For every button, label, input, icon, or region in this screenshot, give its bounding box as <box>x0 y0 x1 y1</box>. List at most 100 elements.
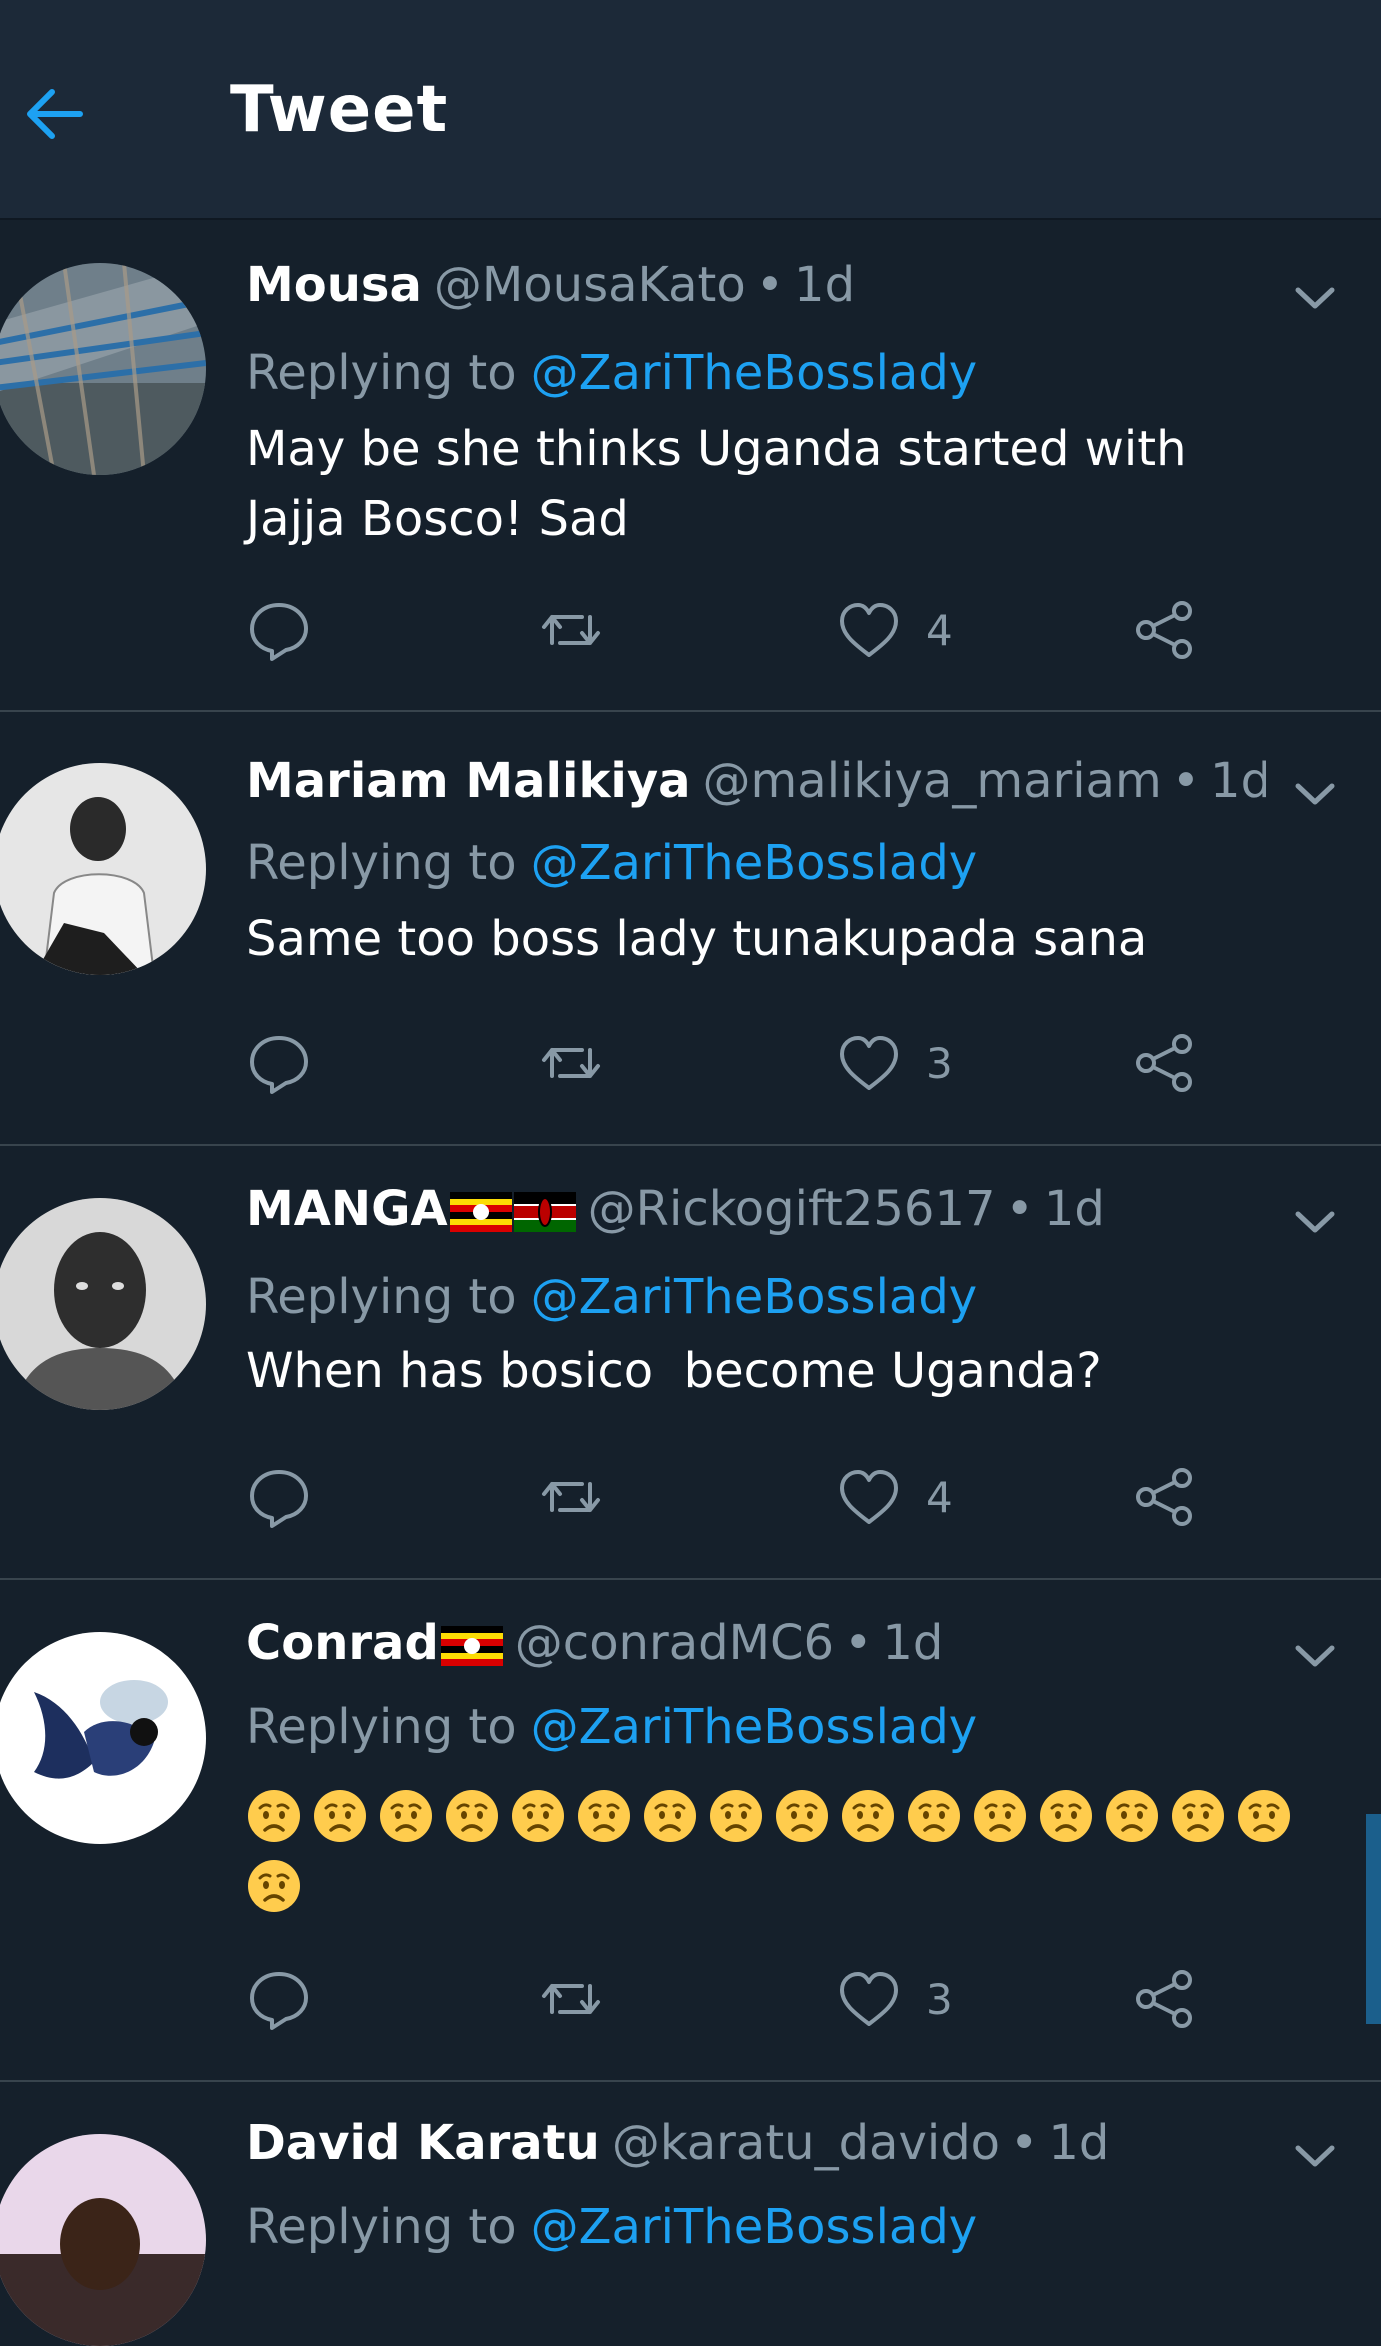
replying-to-label: Replying to <box>246 1699 517 1755</box>
worried-face-icon <box>906 1788 962 1844</box>
share-button[interactable] <box>1132 1964 1198 2034</box>
worried-face-icon <box>774 1788 830 1844</box>
timestamp[interactable]: 1d <box>882 1615 943 1671</box>
arrow-left-icon[interactable] <box>18 78 90 150</box>
like-count: 3 <box>926 1974 953 2024</box>
user-handle[interactable]: @conradMC6 <box>515 1615 834 1671</box>
like-button[interactable]: 3 <box>836 1028 953 1098</box>
mention-link[interactable]: @ZariTheBosslady <box>531 835 978 891</box>
tweet-reply[interactable]: Mousa @MousaKato • 1d Replying to @ZariTheBo… <box>0 220 1381 712</box>
separator-dot: • <box>844 1615 873 1671</box>
display-name[interactable]: David Karatu <box>246 2115 600 2171</box>
user-handle[interactable]: @MousaKato <box>434 257 746 313</box>
retweet-icon <box>538 597 604 663</box>
chevron-down-icon[interactable] <box>1290 2130 1340 2180</box>
retweet-button[interactable] <box>538 1964 604 2034</box>
replying-to: Replying to @ZariTheBosslady <box>246 1264 977 1330</box>
timestamp[interactable]: 1d <box>794 257 855 313</box>
reply-icon <box>246 1966 312 2032</box>
replying-to: Replying to @ZariTheBosslady <box>246 340 977 406</box>
like-button[interactable]: 4 <box>836 1462 953 1532</box>
tweet-text: May be she thinks Uganda started with Ja… <box>246 421 1187 547</box>
share-icon <box>1132 1966 1198 2032</box>
retweet-button[interactable] <box>538 1028 604 1098</box>
tweet-reply[interactable]: MANGA @Rickogift25617 • 1d Replying to @Zari… <box>0 1146 1381 1580</box>
like-count: 4 <box>926 605 953 655</box>
reply-button[interactable] <box>246 1028 312 1098</box>
tweet-text: Same too boss lady tunakupada sana <box>246 911 1148 967</box>
user-handle[interactable]: @malikiya_mariam <box>703 753 1162 809</box>
share-icon <box>1132 597 1198 663</box>
reply-button[interactable] <box>246 595 312 665</box>
share-button[interactable] <box>1132 1462 1198 1532</box>
share-button[interactable] <box>1132 1028 1198 1098</box>
separator-dot: • <box>1010 2115 1039 2171</box>
chevron-down-icon[interactable] <box>1290 1196 1340 1246</box>
tweet-actions: 3 <box>246 1964 1246 2034</box>
share-icon <box>1132 1464 1198 1530</box>
worried-face-icon <box>1170 1788 1226 1844</box>
mention-link[interactable]: @ZariTheBosslady <box>531 1699 978 1755</box>
user-handle[interactable]: @Rickogift25617 <box>588 1181 996 1237</box>
like-count: 3 <box>926 1038 953 1088</box>
retweet-icon <box>538 1030 604 1096</box>
chevron-down-icon[interactable] <box>1290 1630 1340 1680</box>
avatar[interactable] <box>0 763 206 975</box>
replying-to: Replying to @ZariTheBosslady <box>246 1694 977 1760</box>
retweet-button[interactable] <box>538 1462 604 1532</box>
chevron-down-icon[interactable] <box>1290 768 1340 818</box>
tweet-header: Mousa @MousaKato • 1d <box>246 252 1266 318</box>
worried-face-icon <box>840 1788 896 1844</box>
timestamp[interactable]: 1d <box>1044 1181 1105 1237</box>
reply-button[interactable] <box>246 1462 312 1532</box>
avatar[interactable] <box>0 263 206 475</box>
tweet-reply[interactable]: Mariam Malikiya @malikiya_mariam • 1d Reply… <box>0 712 1381 1146</box>
replying-to-label: Replying to <box>246 2199 517 2255</box>
worried-face-icon <box>642 1788 698 1844</box>
replying-to-label: Replying to <box>246 1269 517 1325</box>
reply-button[interactable] <box>246 1964 312 2034</box>
timestamp[interactable]: 1d <box>1210 753 1266 809</box>
tweet-text: When has bosico become Uganda? <box>246 1343 1102 1399</box>
worried-face-icon <box>576 1788 632 1844</box>
like-icon <box>836 1464 902 1530</box>
user-handle[interactable]: @karatu_davido <box>612 2115 1000 2171</box>
display-name[interactable]: Conrad <box>246 1615 439 1671</box>
worried-face-icon <box>378 1788 434 1844</box>
tweet-actions: 4 <box>246 1462 1246 1532</box>
like-button[interactable]: 4 <box>836 595 953 665</box>
display-name[interactable]: MANGA <box>246 1181 448 1237</box>
reply-icon <box>246 597 312 663</box>
avatar[interactable] <box>0 1198 206 1410</box>
worried-face-icon <box>312 1788 368 1844</box>
mention-link[interactable]: @ZariTheBosslady <box>531 345 978 401</box>
mention-link[interactable]: @ZariTheBosslady <box>531 2199 978 2255</box>
mention-link[interactable]: @ZariTheBosslady <box>531 1269 978 1325</box>
like-icon <box>836 1966 902 2032</box>
tweet-reply[interactable]: Conrad @conradMC6 • 1d Replying to @ZariTheB… <box>0 1580 1381 2082</box>
worried-face-icon <box>1038 1788 1094 1844</box>
replying-to: Replying to @ZariTheBosslady <box>246 2194 977 2260</box>
like-icon <box>836 1030 902 1096</box>
retweet-icon <box>538 1464 604 1530</box>
share-button[interactable] <box>1132 595 1198 665</box>
tweet-header: MANGA @Rickogift25617 • 1d <box>246 1176 1266 1242</box>
display-name[interactable]: Mariam Malikiya <box>246 753 691 809</box>
avatar[interactable] <box>0 1632 206 1844</box>
avatar[interactable] <box>0 2134 206 2346</box>
retweet-button[interactable] <box>538 595 604 665</box>
tweet-header: David Karatu @karatu_davido • 1d <box>246 2110 1266 2176</box>
worried-face-icon <box>510 1788 566 1844</box>
tweet-reply[interactable]: David Karatu @karatu_davido • 1d Replying t… <box>0 2082 1381 2346</box>
kenya-flag-icon <box>513 1192 576 1232</box>
like-button[interactable]: 3 <box>836 1964 953 2034</box>
scrollbar-thumb[interactable] <box>1366 1814 1381 2024</box>
reply-icon <box>246 1464 312 1530</box>
uganda-flag-icon <box>449 1192 512 1232</box>
chevron-down-icon[interactable] <box>1290 272 1340 322</box>
replying-to: Replying to @ZariTheBosslady <box>246 830 977 896</box>
timestamp[interactable]: 1d <box>1048 2115 1109 2171</box>
like-icon <box>836 597 902 663</box>
display-name[interactable]: Mousa <box>246 257 422 313</box>
worried-face-icon <box>246 1858 302 1914</box>
